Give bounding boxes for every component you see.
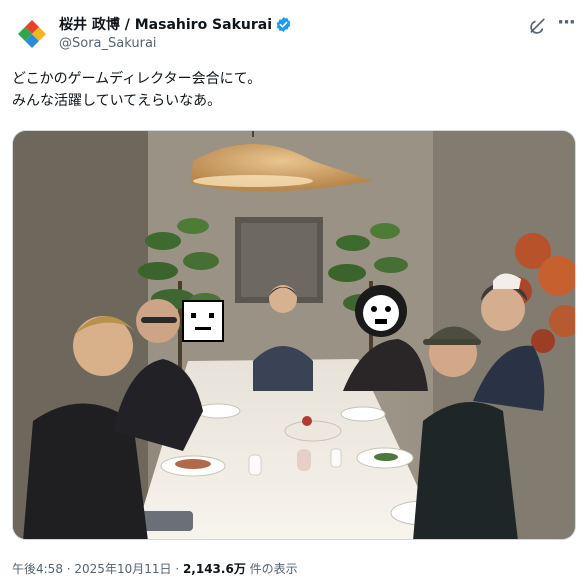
views-count[interactable]: 2,143.6万 — [183, 562, 246, 576]
tweet-text-line: どこかのゲームディレクター会合にて。 — [12, 71, 262, 87]
tweet-header: 桜井 政博 / Masahiro Sakurai @Sora_Sakurai ·… — [12, 10, 576, 58]
author-names: 桜井 政博 / Masahiro Sakurai @Sora_Sakurai — [59, 14, 292, 51]
tweet-text: どこかのゲームディレクター会合にて。 みんな活躍していてえらいなあ。 — [12, 68, 572, 112]
meta-separator: · — [171, 562, 183, 576]
colorful-plus-logo-icon — [18, 20, 46, 48]
grok-icon[interactable] — [528, 16, 548, 36]
author-handle[interactable]: @Sora_Sakurai — [59, 36, 292, 51]
pixel-ghost-sticker — [182, 300, 224, 342]
tweet-photo[interactable] — [12, 130, 576, 540]
tweet-meta: 午後4:58 · 2025年10月11日 · 2,143.6万 件の表示 — [12, 560, 298, 577]
author-display-name[interactable]: 桜井 政博 / Masahiro Sakurai — [59, 14, 272, 34]
author-avatar[interactable] — [12, 14, 52, 54]
robot-face-sticker — [355, 285, 407, 337]
post-time[interactable]: 午後4:58 — [12, 562, 63, 576]
views-label: 件の表示 — [245, 562, 298, 576]
verified-badge-icon[interactable] — [275, 16, 292, 33]
post-date[interactable]: 2025年10月11日 — [74, 562, 171, 576]
tweet-text-line: みんな活躍していてえらいなあ。 — [12, 93, 222, 109]
more-options-icon[interactable]: ··· — [556, 14, 576, 34]
meta-separator: · — [62, 562, 75, 576]
group-dinner-photo — [13, 131, 575, 539]
